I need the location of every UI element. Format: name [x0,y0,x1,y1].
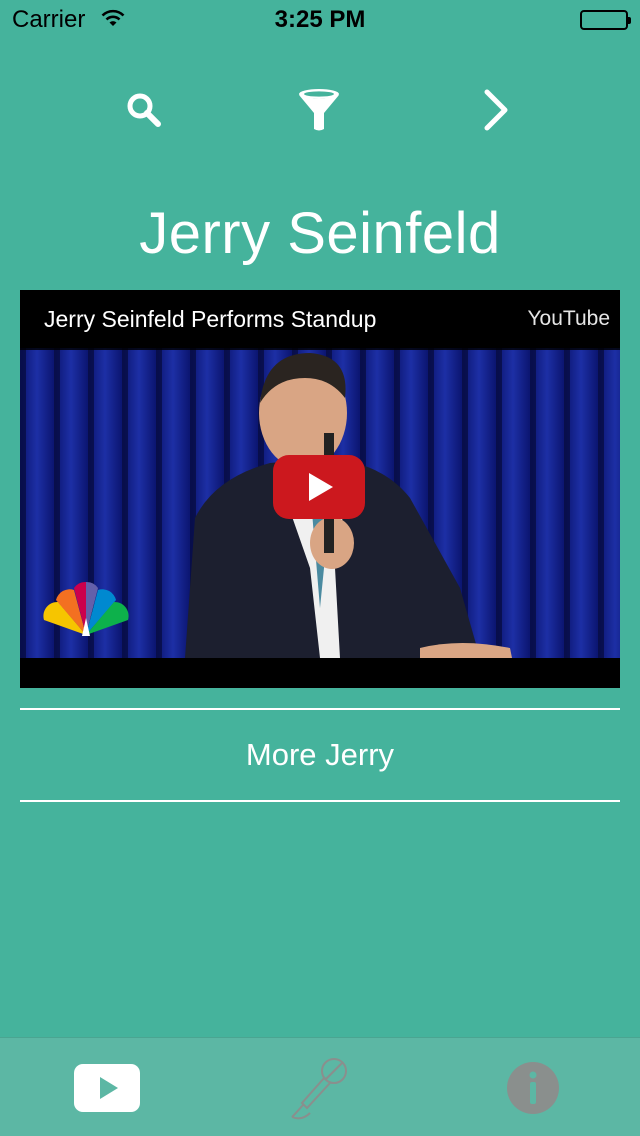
filter-icon [299,89,339,131]
info-icon [506,1061,559,1114]
divider [20,800,620,802]
video-player[interactable]: Jerry Seinfeld Performs Standup YouTube [20,290,620,688]
tab-bar [0,1037,640,1136]
battery-icon [580,10,631,30]
artist-name: Jerry Seinfeld [139,201,501,266]
play-icon[interactable] [273,455,365,519]
next-button[interactable] [467,82,523,138]
tab-videos[interactable] [0,1038,213,1136]
peacock-logo [43,581,129,636]
tab-standup[interactable] [213,1038,426,1136]
video-title[interactable]: Jerry Seinfeld Performs Standup [44,306,376,333]
status-time: 3:25 PM [274,6,366,33]
video-source-label[interactable]: YouTube [527,307,610,331]
microphone-icon [290,1057,347,1119]
search-button[interactable] [116,82,172,138]
filter-button[interactable] [291,82,347,138]
chevron-right-icon [484,89,508,131]
more-jerry-button[interactable]: More Jerry [20,710,620,800]
search-icon [127,93,161,127]
tab-info[interactable] [426,1038,639,1136]
status-bar: Carrier 3:25 PM [0,0,640,40]
video-header: Jerry Seinfeld Performs Standup YouTube [20,290,620,350]
youtube-icon [73,1063,140,1112]
